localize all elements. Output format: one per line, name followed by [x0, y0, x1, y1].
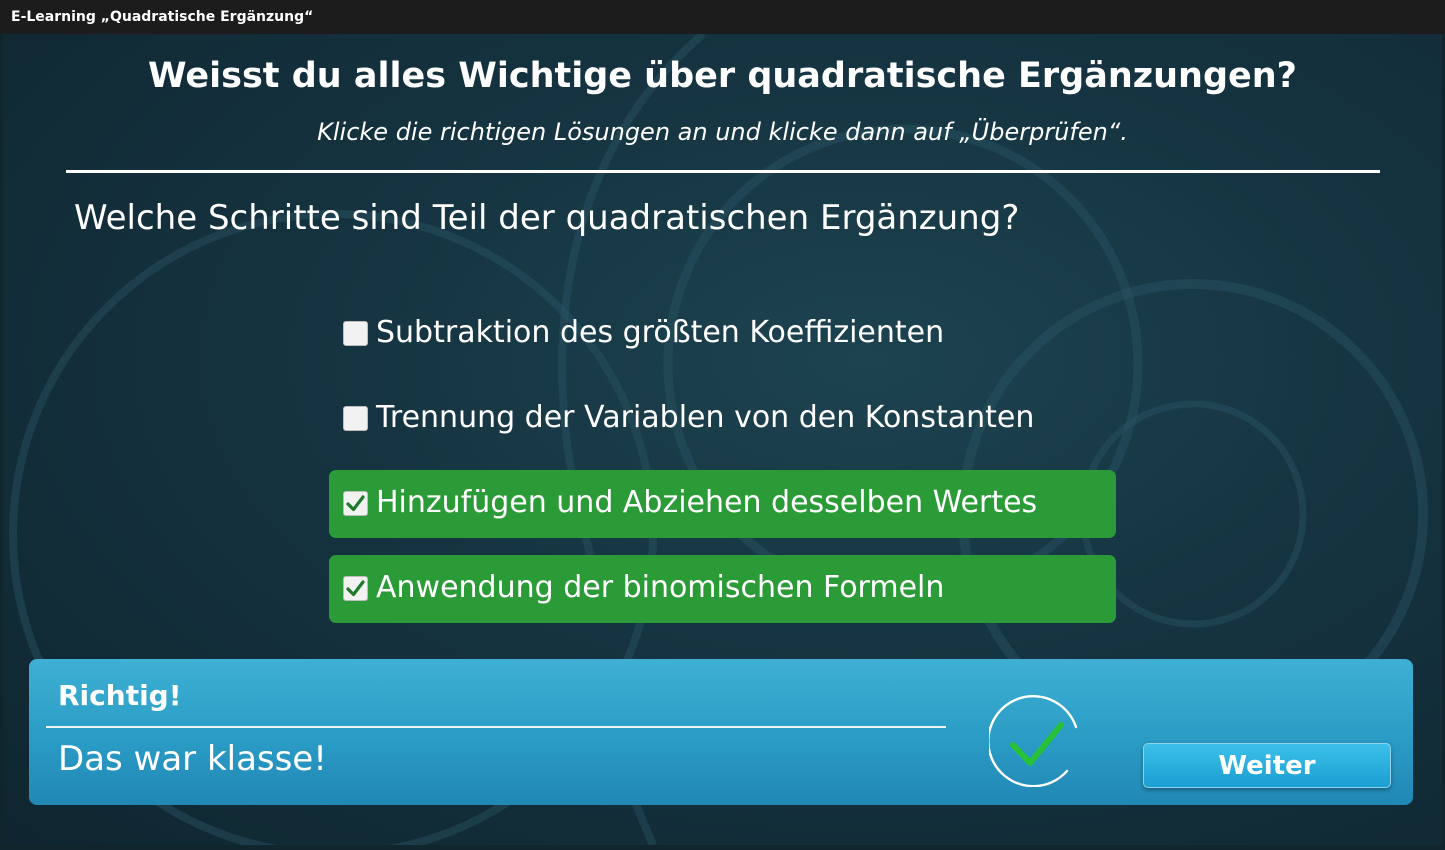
- window-titlebar: E-Learning „Quadratische Ergänzung“: [0, 0, 1445, 34]
- question-text: Welche Schritte sind Teil der quadratisc…: [74, 198, 1020, 238]
- answer-option-label: Hinzufügen und Abziehen desselben Wertes: [376, 485, 1038, 520]
- checkbox-unchecked[interactable]: [343, 406, 368, 431]
- title-divider: [66, 170, 1380, 173]
- answer-option-3[interactable]: Hinzufügen und Abziehen desselben Wertes: [329, 470, 1116, 538]
- feedback-panel: Richtig! Das war klasse! Weiter: [29, 659, 1413, 805]
- answer-option-label: Trennung der Variablen von den Konstante…: [376, 400, 1035, 435]
- checkmark-circle-icon: [989, 695, 1078, 787]
- feedback-message: Das war klasse!: [58, 739, 327, 779]
- feedback-title: Richtig!: [58, 679, 182, 712]
- feedback-divider: [46, 726, 946, 728]
- quiz-title: Weisst du alles Wichtige über quadratisc…: [148, 56, 1297, 96]
- answer-option-4[interactable]: Anwendung der binomischen Formeln: [329, 555, 1116, 623]
- answer-option-label: Anwendung der binomischen Formeln: [376, 570, 945, 605]
- checkbox-checked[interactable]: [343, 491, 368, 516]
- checkbox-checked[interactable]: [343, 576, 368, 601]
- weiter-button[interactable]: Weiter: [1143, 743, 1391, 788]
- quiz-instruction: Klicke die richtigen Lösungen an und kli…: [317, 118, 1128, 146]
- answer-option-2[interactable]: Trennung der Variablen von den Konstante…: [329, 385, 1116, 453]
- answer-option-1[interactable]: Subtraktion des größten Koeffizienten: [329, 300, 1116, 368]
- checkmark-icon: [346, 495, 365, 512]
- window-title: E-Learning „Quadratische Ergänzung“: [11, 9, 314, 25]
- checkmark-icon: [346, 580, 365, 597]
- answer-option-label: Subtraktion des größten Koeffizienten: [376, 315, 945, 350]
- checkbox-unchecked[interactable]: [343, 321, 368, 346]
- quiz-stage: Weisst du alles Wichtige über quadratisc…: [3, 34, 1442, 845]
